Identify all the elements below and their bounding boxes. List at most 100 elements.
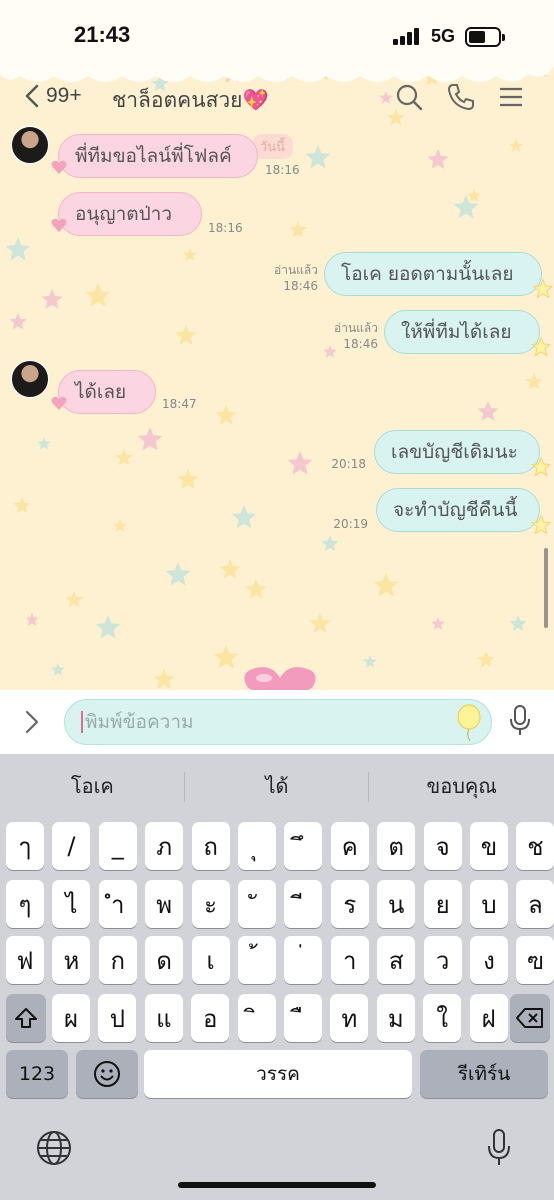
key-row1-10[interactable]: ข: [470, 822, 508, 870]
key-row3-7[interactable]: า: [330, 936, 369, 984]
unread-count[interactable]: 99+: [46, 84, 82, 108]
avatar[interactable]: [11, 360, 49, 398]
emoji-balloon-icon[interactable]: [454, 704, 484, 742]
keyboard-row-1: ๅ/_ภถุึคตจขช: [0, 822, 554, 870]
message-input[interactable]: พิมพ์ข้อความ: [64, 699, 492, 745]
message-bubble-incoming[interactable]: พี่ทีมขอไลน์พี่โฟลค์: [51, 134, 258, 178]
key-row2-8[interactable]: น: [377, 880, 416, 928]
key-row1-8[interactable]: ต: [377, 822, 416, 870]
key-row4-4[interactable]: ิ: [237, 994, 276, 1042]
home-indicator[interactable]: [178, 1182, 376, 1188]
message-time: 20:18: [331, 457, 366, 471]
message-text: พี่ทีมขอไลน์พี่โฟลค์: [75, 145, 232, 167]
dictation-microphone-icon[interactable]: [486, 1128, 512, 1168]
read-label: อ่านแล้ว: [274, 263, 318, 277]
key-row2-9[interactable]: ย: [423, 880, 462, 928]
key-row3-9[interactable]: ว: [423, 936, 462, 984]
key-row4-2[interactable]: แ: [144, 994, 183, 1042]
key-row3-2[interactable]: ก: [98, 936, 137, 984]
chat-title[interactable]: ชาล็อตคนสวย💖: [112, 84, 269, 117]
message-input-placeholder: พิมพ์ข้อความ: [85, 711, 194, 733]
message-text: โอเค ยอดตามนั้นเลย: [341, 263, 514, 285]
key-row1-1[interactable]: /: [52, 822, 91, 870]
key-row3-8[interactable]: ส: [377, 936, 416, 984]
text-caret: [81, 711, 83, 733]
microphone-icon[interactable]: [508, 704, 532, 738]
avatar[interactable]: [11, 126, 49, 164]
status-time: 21:43: [74, 22, 131, 47]
key-row1-6[interactable]: ึ: [284, 822, 323, 870]
key-row2-6[interactable]: ี: [284, 880, 323, 928]
key-row2-4[interactable]: ะ: [191, 880, 230, 928]
shift-key[interactable]: [6, 994, 46, 1042]
keyboard-row-bottom: 123 วรรค รีเทิร์น: [0, 1050, 554, 1098]
message-bubble-outgoing[interactable]: เลขบัญชีเดิมนะ: [374, 430, 551, 477]
space-key[interactable]: วรรค: [144, 1050, 412, 1098]
date-tag: วันนี้: [252, 134, 294, 159]
key-row3-5[interactable]: ้: [238, 936, 276, 984]
key-row4-6[interactable]: ท: [330, 994, 369, 1042]
key-row2-2[interactable]: ำ: [98, 880, 137, 928]
return-key[interactable]: รีเทิร์น: [420, 1050, 548, 1098]
back-chevron-icon[interactable]: [22, 84, 42, 108]
backspace-icon: [516, 1008, 543, 1028]
key-row1-3[interactable]: ภ: [145, 822, 184, 870]
key-row4-7[interactable]: ม: [376, 994, 415, 1042]
key-row3-11[interactable]: ฃ: [516, 936, 554, 984]
key-row4-8[interactable]: ใ: [423, 994, 462, 1042]
globe-icon[interactable]: [36, 1130, 72, 1166]
phone-icon[interactable]: [446, 82, 476, 112]
key-row4-3[interactable]: อ: [191, 994, 230, 1042]
message-bubble-outgoing[interactable]: โอเค ยอดตามนั้นเลย: [324, 252, 553, 299]
message-time: 18:46: [343, 337, 378, 351]
key-row1-5[interactable]: ุ: [238, 822, 276, 870]
message-text: ให้พี่ทีมได้เลย: [401, 321, 512, 343]
message-bubble-outgoing[interactable]: จะทำบัญชีคืนนี้: [376, 488, 551, 535]
suggestion-item[interactable]: โอเค: [0, 754, 185, 818]
key-row2-1[interactable]: ไ: [52, 880, 91, 928]
key-row3-0[interactable]: ฟ: [6, 936, 44, 984]
key-row3-4[interactable]: เ: [191, 936, 230, 984]
key-row2-0[interactable]: ๆ: [6, 880, 44, 928]
message-text: ได้เลย: [75, 381, 127, 403]
key-row1-7[interactable]: ค: [330, 822, 369, 870]
key-row2-3[interactable]: พ: [145, 880, 184, 928]
scrollbar[interactable]: [544, 548, 548, 628]
message-read-status: อ่านแล้ว 18:46: [262, 262, 318, 294]
key-row2-11[interactable]: ล: [516, 880, 554, 928]
network-label: 5G: [431, 26, 456, 46]
key-row1-4[interactable]: ถ: [191, 822, 230, 870]
menu-icon[interactable]: [496, 82, 526, 112]
key-row4-9[interactable]: ฝ: [469, 994, 508, 1042]
suggestion-divider: [184, 772, 185, 802]
read-label: อ่านแล้ว: [334, 321, 378, 335]
expand-chevron-icon[interactable]: [22, 710, 42, 734]
suggestion-item[interactable]: ได้: [185, 754, 370, 818]
star-tip-icon: [531, 337, 551, 357]
message-read-status: อ่านแล้ว 18:46: [322, 320, 378, 352]
key-row3-10[interactable]: ง: [470, 936, 508, 984]
key-row1-0[interactable]: ๅ: [6, 822, 44, 870]
key-row4-5[interactable]: ื: [284, 994, 322, 1042]
key-row4-0[interactable]: ผ: [52, 994, 90, 1042]
key-row1-9[interactable]: จ: [423, 822, 462, 870]
key-row3-6[interactable]: ่: [284, 936, 323, 984]
star-tip-icon: [531, 515, 551, 535]
key-row3-3[interactable]: ด: [145, 936, 184, 984]
key-row3-1[interactable]: ห: [52, 936, 91, 984]
emoji-key[interactable]: [76, 1050, 138, 1098]
key-row1-2[interactable]: _: [98, 822, 137, 870]
key-row2-5[interactable]: ั: [238, 880, 276, 928]
key-row2-7[interactable]: ร: [330, 880, 369, 928]
keyboard-row-2: ๆไำพะัีรนยบล: [0, 880, 554, 928]
numbers-key[interactable]: 123: [6, 1050, 68, 1098]
suggestion-item[interactable]: ขอบคุณ: [369, 754, 554, 818]
message-bubble-incoming[interactable]: อนุญาตป่าว: [51, 192, 202, 236]
key-row2-10[interactable]: บ: [470, 880, 508, 928]
key-row1-11[interactable]: ช: [516, 822, 554, 870]
search-icon[interactable]: [394, 82, 424, 112]
message-bubble-outgoing[interactable]: ให้พี่ทีมได้เลย: [384, 310, 551, 357]
message-bubble-incoming[interactable]: ได้เลย: [51, 370, 156, 414]
key-row4-1[interactable]: ป: [98, 994, 137, 1042]
backspace-key[interactable]: [510, 994, 550, 1042]
